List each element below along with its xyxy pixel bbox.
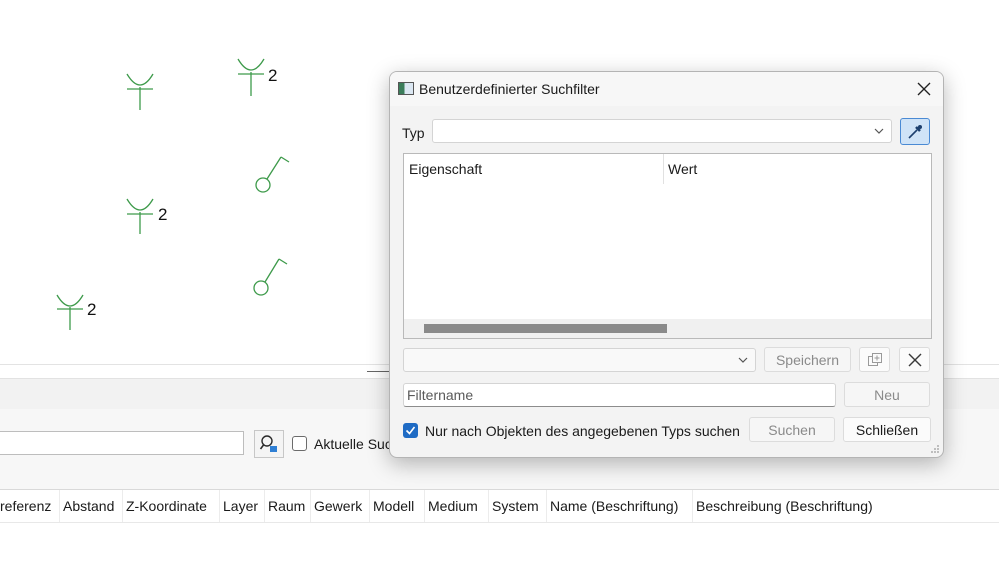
search-input[interactable] (0, 431, 244, 455)
type-select[interactable] (432, 119, 892, 143)
delete-filter-button[interactable] (899, 347, 930, 372)
copy-icon (867, 352, 882, 366)
delete-icon (908, 353, 921, 366)
property-column-header[interactable]: Eigenschaft (409, 161, 482, 177)
saved-filter-select[interactable] (403, 348, 756, 372)
column-header[interactable]: Raum (265, 490, 311, 522)
horizontal-scrollbar[interactable] (404, 319, 931, 338)
app-icon (398, 82, 414, 95)
resize-grip-icon[interactable] (930, 444, 940, 454)
search-dialog-button[interactable]: Suchen (749, 417, 835, 442)
pendant-symbol[interactable] (255, 156, 290, 193)
column-header[interactable]: Layer (220, 490, 265, 522)
search-button[interactable] (254, 430, 284, 458)
dialog-title: Benutzerdefinierter Suchfilter (419, 81, 600, 97)
column-header[interactable]: Modell (370, 490, 425, 522)
only-type-label: Nur nach Objekten des angegebenen Typs s… (425, 423, 740, 439)
column-header[interactable]: Beschreibung (Beschriftung) (693, 490, 999, 522)
close-icon (917, 82, 931, 96)
filter-name-input[interactable] (403, 383, 836, 407)
symbol-label: 2 (158, 205, 168, 224)
current-search-label: Aktuelle Suc (314, 436, 392, 452)
splitter-grip[interactable] (367, 371, 391, 372)
save-button[interactable]: Speichern (764, 347, 851, 372)
symbol-label: 2 (87, 300, 97, 319)
column-header[interactable]: System (489, 490, 547, 522)
pendant-symbol[interactable] (253, 258, 288, 296)
sprinkler-symbol[interactable] (56, 294, 84, 330)
chevron-down-icon (738, 357, 748, 363)
checkmark-icon (405, 426, 416, 435)
current-search-checkbox[interactable] (292, 436, 307, 451)
sprinkler-symbol[interactable] (126, 73, 154, 110)
close-button[interactable] (908, 77, 940, 101)
column-header[interactable]: Name (Beschriftung) (547, 490, 693, 522)
results-table-header: referenz Abstand Z-Koordinate Layer Raum… (0, 489, 999, 523)
sprinkler-symbol[interactable] (237, 58, 265, 96)
value-column-header[interactable]: Wert (668, 161, 697, 177)
pick-object-button[interactable] (900, 118, 930, 145)
copy-filter-button[interactable] (859, 347, 890, 372)
column-header[interactable]: Gewerk (311, 490, 370, 522)
dialog-titlebar[interactable]: Benutzerdefinierter Suchfilter (390, 72, 943, 106)
new-filter-button[interactable]: Neu (844, 382, 930, 407)
column-divider[interactable] (663, 154, 664, 184)
type-label: Typ (402, 125, 425, 141)
close-dialog-button[interactable]: Schließen (843, 417, 931, 442)
column-header[interactable]: Medium (425, 490, 489, 522)
pipette-icon (908, 124, 922, 139)
custom-search-filter-dialog: Benutzerdefinierter Suchfilter Typ Eigen… (389, 71, 944, 458)
column-header[interactable]: referenz (0, 490, 60, 522)
column-header[interactable]: Abstand (60, 490, 123, 522)
scrollbar-thumb[interactable] (424, 324, 667, 333)
only-type-checkbox[interactable] (403, 423, 418, 438)
sprinkler-symbol[interactable] (126, 198, 154, 234)
search-icon (259, 435, 277, 452)
chevron-down-icon (874, 128, 884, 134)
column-header[interactable]: Z-Koordinate (123, 490, 220, 522)
property-table[interactable]: Eigenschaft Wert (403, 153, 932, 339)
symbol-label: 2 (268, 66, 278, 85)
